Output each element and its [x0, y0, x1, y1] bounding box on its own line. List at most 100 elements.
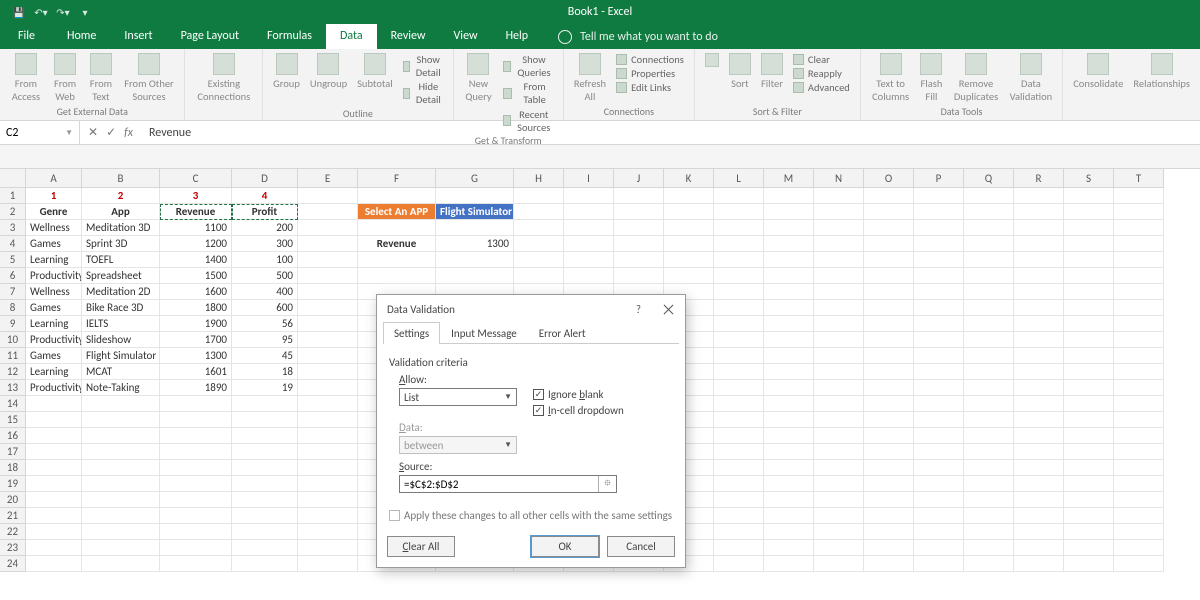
cell-S16[interactable]	[1064, 428, 1114, 444]
group-button[interactable]: Group	[273, 53, 300, 107]
cell-O15[interactable]	[864, 412, 914, 428]
cell-C10[interactable]: 1700	[160, 332, 232, 348]
cell-Q14[interactable]	[964, 396, 1014, 412]
cell-O24[interactable]	[864, 556, 914, 572]
cell-T17[interactable]	[1114, 444, 1164, 460]
advanced-filter-button[interactable]: Advanced	[793, 81, 850, 94]
row-header-9[interactable]: 9	[0, 316, 26, 332]
cell-P24[interactable]	[914, 556, 964, 572]
cell-D2[interactable]: Profit	[232, 204, 298, 220]
cell-E8[interactable]	[298, 300, 358, 316]
cell-L19[interactable]	[714, 476, 764, 492]
flash-fill-button[interactable]: Flash Fill	[920, 53, 942, 103]
cell-L18[interactable]	[714, 460, 764, 476]
cell-J3[interactable]	[614, 220, 664, 236]
cell-G1[interactable]	[436, 188, 514, 204]
cell-M16[interactable]	[764, 428, 814, 444]
cell-A14[interactable]	[26, 396, 82, 412]
consolidate-button[interactable]: Consolidate	[1073, 53, 1123, 90]
cell-R11[interactable]	[1014, 348, 1064, 364]
cell-M23[interactable]	[764, 540, 814, 556]
tab-data[interactable]: Data	[326, 24, 377, 49]
tab-insert[interactable]: Insert	[110, 24, 166, 49]
col-header-E[interactable]: E	[298, 169, 358, 188]
confirm-edit-icon[interactable]: ✓	[106, 125, 116, 140]
col-header-F[interactable]: F	[358, 169, 436, 188]
cell-R17[interactable]	[1014, 444, 1064, 460]
cell-K3[interactable]	[664, 220, 714, 236]
cell-N21[interactable]	[814, 508, 864, 524]
cell-E13[interactable]	[298, 380, 358, 396]
remove-duplicates-button[interactable]: Remove Duplicates	[952, 53, 999, 103]
cell-T8[interactable]	[1114, 300, 1164, 316]
cell-B21[interactable]	[82, 508, 160, 524]
cell-M11[interactable]	[764, 348, 814, 364]
cell-N11[interactable]	[814, 348, 864, 364]
col-header-N[interactable]: N	[814, 169, 864, 188]
cell-S15[interactable]	[1064, 412, 1114, 428]
cell-S12[interactable]	[1064, 364, 1114, 380]
cell-L6[interactable]	[714, 268, 764, 284]
cell-S21[interactable]	[1064, 508, 1114, 524]
cell-S1[interactable]	[1064, 188, 1114, 204]
cell-P8[interactable]	[914, 300, 964, 316]
cell-A10[interactable]: Productivity	[26, 332, 82, 348]
row-header-23[interactable]: 23	[0, 540, 26, 556]
tab-formulas[interactable]: Formulas	[253, 24, 326, 49]
row-header-19[interactable]: 19	[0, 476, 26, 492]
cell-H6[interactable]	[514, 268, 564, 284]
cell-C3[interactable]: 1100	[160, 220, 232, 236]
cell-P1[interactable]	[914, 188, 964, 204]
cell-B11[interactable]: Flight Simulator	[82, 348, 160, 364]
cell-L24[interactable]	[714, 556, 764, 572]
cell-P17[interactable]	[914, 444, 964, 460]
cell-T2[interactable]	[1114, 204, 1164, 220]
show-queries-button[interactable]: Show Queries	[503, 53, 552, 79]
cell-Q23[interactable]	[964, 540, 1014, 556]
cell-R10[interactable]	[1014, 332, 1064, 348]
cell-Q2[interactable]	[964, 204, 1014, 220]
cell-Q22[interactable]	[964, 524, 1014, 540]
cell-Q24[interactable]	[964, 556, 1014, 572]
cell-O6[interactable]	[864, 268, 914, 284]
from-web-button[interactable]: From Web	[52, 53, 79, 103]
row-header-13[interactable]: 13	[0, 380, 26, 396]
cell-Q6[interactable]	[964, 268, 1014, 284]
cell-E7[interactable]	[298, 284, 358, 300]
cell-N7[interactable]	[814, 284, 864, 300]
col-header-I[interactable]: I	[564, 169, 614, 188]
cell-C20[interactable]	[160, 492, 232, 508]
cell-A22[interactable]	[26, 524, 82, 540]
cell-S18[interactable]	[1064, 460, 1114, 476]
cell-E5[interactable]	[298, 252, 358, 268]
cell-L9[interactable]	[714, 316, 764, 332]
row-header-18[interactable]: 18	[0, 460, 26, 476]
cell-L10[interactable]	[714, 332, 764, 348]
dialog-tab-settings[interactable]: Settings	[383, 322, 440, 344]
cell-M8[interactable]	[764, 300, 814, 316]
cell-J1[interactable]	[614, 188, 664, 204]
cell-M22[interactable]	[764, 524, 814, 540]
cell-A11[interactable]: Games	[26, 348, 82, 364]
cell-A8[interactable]: Games	[26, 300, 82, 316]
cell-A18[interactable]	[26, 460, 82, 476]
row-header-21[interactable]: 21	[0, 508, 26, 524]
reapply-button[interactable]: Reapply	[793, 67, 842, 80]
cell-D10[interactable]: 95	[232, 332, 298, 348]
formula-input[interactable]: Revenue	[141, 126, 1200, 140]
cell-C4[interactable]: 1200	[160, 236, 232, 252]
cell-C7[interactable]: 1600	[160, 284, 232, 300]
new-query-button[interactable]: New Query	[464, 53, 494, 134]
cell-R2[interactable]	[1014, 204, 1064, 220]
cell-N19[interactable]	[814, 476, 864, 492]
refresh-all-button[interactable]: Refresh All	[574, 53, 606, 103]
cell-E24[interactable]	[298, 556, 358, 572]
col-header-Q[interactable]: Q	[964, 169, 1014, 188]
cell-Q1[interactable]	[964, 188, 1014, 204]
fx-icon[interactable]: fx	[124, 126, 133, 140]
cell-C11[interactable]: 1300	[160, 348, 232, 364]
row-header-24[interactable]: 24	[0, 556, 26, 572]
cell-N13[interactable]	[814, 380, 864, 396]
cell-C1[interactable]: 3	[160, 188, 232, 204]
cell-T15[interactable]	[1114, 412, 1164, 428]
